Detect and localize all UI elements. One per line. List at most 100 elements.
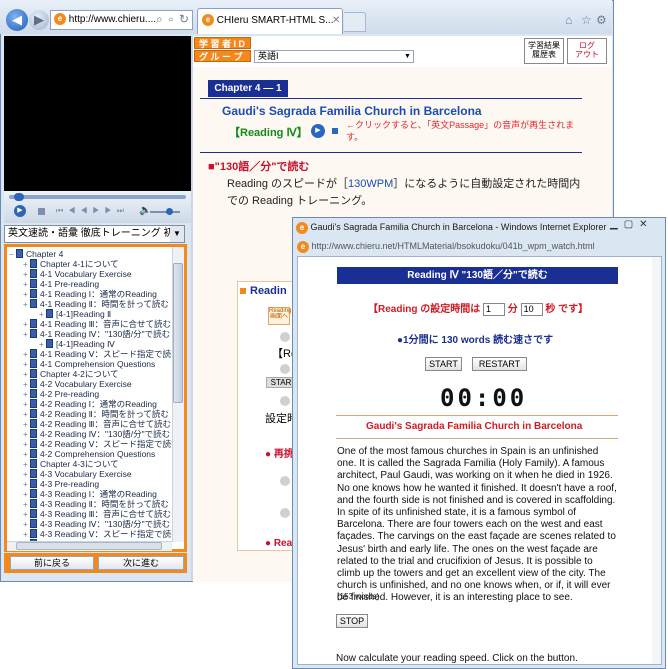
box-reading-text: ● Rea xyxy=(265,538,293,549)
play-icon[interactable]: ▶ xyxy=(14,205,26,217)
info-icon xyxy=(280,332,290,342)
tree-item-label: 4-1 Comprehension Questions xyxy=(40,359,156,369)
tree-item-label: 4-3 Reading Ⅴ：スピード指定で読む xyxy=(40,529,177,539)
video-player[interactable] xyxy=(4,36,191,191)
page-icon xyxy=(30,499,37,508)
chapter-badge: Chapter 4 — 1 xyxy=(208,80,288,97)
info-icon xyxy=(280,364,290,374)
audio-stop-icon[interactable] xyxy=(332,128,338,134)
tree-item-label: 4-2 Reading Ⅲ：音声に合せて読む xyxy=(40,419,172,429)
tree-item-label: 4-1 Reading Ⅱ：時間を計って読む xyxy=(40,299,169,309)
minutes-unit: 分 xyxy=(507,304,518,315)
seconds-field[interactable]: 10 xyxy=(520,302,543,316)
page-icon xyxy=(30,519,37,528)
seek-bar[interactable] xyxy=(9,195,186,199)
tree-item-label: 4-2 Reading Ⅰ：通常のReading xyxy=(40,399,157,409)
expand-toggle-icon[interactable]: + xyxy=(23,329,30,340)
page-icon xyxy=(30,469,37,478)
stop-icon[interactable] xyxy=(38,208,45,215)
page-icon xyxy=(30,449,37,458)
page-icon xyxy=(30,419,37,428)
group-name-label: グ ル ー プ 名 xyxy=(194,50,251,74)
desc-text: Reading のスピードが［ xyxy=(227,178,349,190)
page-icon xyxy=(30,329,37,338)
group-chevron-down-icon[interactable]: ▼ xyxy=(402,51,413,62)
expand-toggle-icon[interactable]: + xyxy=(23,299,30,310)
forward-arrow-icon[interactable]: ▶ xyxy=(29,10,49,30)
tree-item-label: 4-3 Reading Ⅰ：通常のReading xyxy=(40,489,157,499)
page-icon xyxy=(30,319,37,328)
course-select[interactable]: 英文速読・語彙 徹底トレーニング 初級編 xyxy=(4,225,185,243)
logout-button[interactable]: ログ アウト xyxy=(567,38,607,64)
minutes-field[interactable]: 1 xyxy=(483,302,506,316)
page-icon xyxy=(30,409,37,418)
expand-toggle-icon[interactable]: − xyxy=(9,249,16,260)
popup-address-bar: e http://www.chieru.net/HTMLMaterial/bso… xyxy=(297,239,659,254)
divider xyxy=(200,152,582,153)
tree-hscroll-thumb[interactable] xyxy=(16,542,162,550)
favorites-star-icon[interactable]: ☆ xyxy=(581,13,592,27)
volume-slider[interactable] xyxy=(150,211,180,213)
compat-view-icon[interactable]: ▫ xyxy=(169,12,173,26)
tree-item-label: 4-1 Pre-reading xyxy=(40,279,100,289)
bullet-square-icon xyxy=(240,288,246,294)
page-icon xyxy=(30,479,37,488)
page-icon xyxy=(30,349,37,358)
info-icon xyxy=(280,508,290,518)
tree-item-label: 4-1 Reading Ⅳ："130語/分"で読む xyxy=(40,329,171,339)
start-button[interactable]: START xyxy=(425,357,462,371)
page-icon xyxy=(30,509,37,518)
results-history-button[interactable]: 学習結果 履歴表 xyxy=(524,38,564,64)
course-tree: − Chapter 4 + Chapter 4-1について +4-1 Vocabular… xyxy=(4,244,187,552)
box-retry-text: ● 再挑 xyxy=(265,449,294,460)
prev-button[interactable]: 前に戻る xyxy=(10,556,94,570)
next-button[interactable]: 次に進む xyxy=(98,556,184,570)
page-icon xyxy=(30,459,37,468)
popup-scrollbar[interactable] xyxy=(652,257,661,664)
popup-url: http://www.chieru.net/HTMLMaterial/bsoku… xyxy=(311,241,595,251)
skip-controls-icon[interactable]: ⏮◀◀▶▶⏭ xyxy=(56,206,129,216)
tools-gear-icon[interactable]: ⚙ xyxy=(596,13,607,27)
tree-list: − Chapter 4 + Chapter 4-1について +4-1 Vocabular… xyxy=(9,249,177,545)
ie-page-icon: e xyxy=(54,13,66,26)
popup-url-icon: e xyxy=(297,240,309,253)
window-controls-icon[interactable]: ▁▢✕ xyxy=(610,219,654,230)
page-icon xyxy=(30,399,37,408)
timer-display: 00:00 xyxy=(440,384,528,412)
page-icon xyxy=(30,429,37,438)
word-count: (153 words) xyxy=(337,592,380,601)
search-icon[interactable]: ⌕ xyxy=(156,12,163,27)
box-heading: Readin xyxy=(250,285,287,297)
tab-chieru[interactable]: e CHIeru SMART-HTML S... xyxy=(197,8,343,34)
seek-thumb[interactable] xyxy=(14,193,24,201)
seconds-unit: 秒 です】 xyxy=(545,304,589,315)
address-url: http://www.chieru.... xyxy=(68,14,157,25)
page-icon xyxy=(30,389,37,398)
volume-thumb[interactable] xyxy=(166,208,173,215)
reading-screen-icon[interactable]: Reading 画面へ xyxy=(268,307,291,325)
tree-item-label: 4-1 Vocabulary Exercise xyxy=(40,269,132,279)
reading-rate: ●1分間に 130 words 読む速さです xyxy=(397,335,554,346)
chevron-down-icon[interactable]: ▼ xyxy=(170,226,184,242)
audio-play-icon[interactable]: ▶ xyxy=(311,124,325,138)
page-icon xyxy=(30,299,37,308)
home-icon[interactable]: ⌂ xyxy=(565,13,572,27)
new-tab-button[interactable] xyxy=(344,12,366,32)
section-description: Reading のスピードが［130WPM］になるように自動設定された時間内での… xyxy=(227,176,582,210)
restart-button[interactable]: RESTART xyxy=(472,357,527,371)
results-history-label: 学習結果 履歴表 xyxy=(528,41,560,59)
tree-scroll-thumb[interactable] xyxy=(173,263,183,403)
back-arrow-icon[interactable]: ◀ xyxy=(6,9,28,31)
set-time-label: 【Reading の設定時間は xyxy=(368,304,481,315)
refresh-icon[interactable]: ↻ xyxy=(179,12,189,26)
info-icon xyxy=(280,476,290,486)
group-select[interactable]: 英語I xyxy=(254,50,414,63)
tree-item-label: 4-3 Reading Ⅱ：時間を計って読む xyxy=(40,499,169,509)
page-icon xyxy=(30,359,37,368)
page-icon xyxy=(30,259,37,268)
divider xyxy=(200,98,582,99)
tree-item-label: 4-2 Comprehension Questions xyxy=(40,449,156,459)
stop-button[interactable]: STOP xyxy=(336,614,368,628)
tree-item-label: 4-3 Pre-reading xyxy=(40,479,100,489)
tab-close-icon[interactable]: ✕ xyxy=(332,15,340,26)
